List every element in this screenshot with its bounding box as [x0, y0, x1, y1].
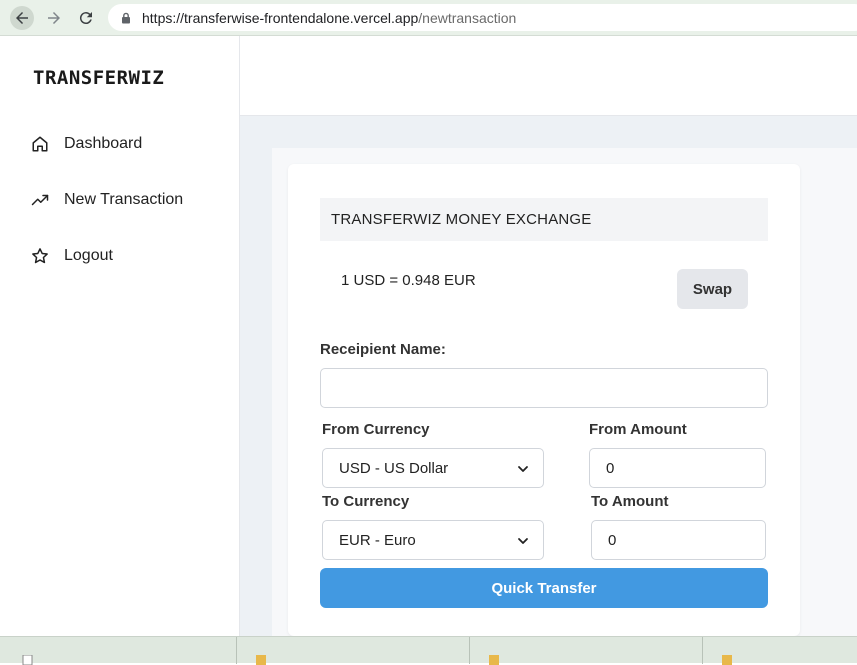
trending-up-icon	[31, 194, 49, 206]
browser-toolbar: https://transferwise-frontendalone.verce…	[0, 0, 857, 36]
download-item[interactable]	[237, 637, 470, 665]
main-content: TRANSFERWIZ MONEY EXCHANGE 1 USD = 0.948…	[240, 116, 857, 636]
back-button[interactable]	[10, 6, 34, 30]
sidebar-item-new-transaction[interactable]: New Transaction	[31, 187, 183, 213]
download-bar	[0, 636, 857, 665]
address-bar[interactable]: https://transferwise-frontendalone.verce…	[108, 4, 857, 31]
to-amount-input[interactable]	[591, 520, 766, 560]
recipient-input[interactable]	[320, 368, 768, 408]
swap-button[interactable]: Swap	[677, 269, 748, 309]
from-currency-select[interactable]: USD - US Dollar	[322, 448, 544, 488]
brand-logo[interactable]: TRANSFERWIZ	[33, 67, 164, 89]
file-icon	[22, 655, 33, 665]
reload-icon	[79, 12, 92, 25]
sidebar-item-dashboard[interactable]: Dashboard	[31, 131, 142, 157]
chevron-down-icon	[518, 538, 528, 544]
zip-file-icon	[722, 655, 732, 665]
arrow-left-icon	[16, 12, 28, 24]
url-host: https://transferwise-frontendalone.verce…	[142, 9, 419, 26]
exchange-title: TRANSFERWIZ MONEY EXCHANGE	[320, 198, 768, 241]
from-amount-label: From Amount	[589, 421, 687, 438]
lock-icon	[122, 12, 130, 23]
arrow-right-icon	[48, 12, 60, 24]
to-currency-select[interactable]: EUR - Euro	[322, 520, 544, 560]
recipient-label: Receipient Name:	[320, 341, 446, 358]
url-path: /newtransaction	[418, 9, 517, 26]
reload-button[interactable]	[74, 6, 98, 30]
zip-file-icon	[256, 655, 266, 665]
chevron-down-icon	[518, 466, 528, 472]
to-currency-label: To Currency	[322, 493, 410, 510]
star-icon	[32, 248, 48, 264]
quick-transfer-button[interactable]: Quick Transfer	[320, 568, 768, 608]
sidebar-item-label: Dashboard	[64, 135, 143, 152]
sidebar: TRANSFERWIZ Dashboard New Transaction Lo…	[0, 36, 240, 636]
from-amount-input[interactable]	[589, 448, 766, 488]
to-currency-value: EUR - Euro	[339, 531, 416, 549]
exchange-card: TRANSFERWIZ MONEY EXCHANGE 1 USD = 0.948…	[288, 164, 800, 636]
from-currency-label: From Currency	[322, 421, 430, 438]
to-amount-label: To Amount	[591, 493, 669, 510]
download-item[interactable]	[470, 637, 703, 665]
sidebar-item-label: Logout	[64, 247, 113, 264]
forward-button[interactable]	[42, 6, 66, 30]
top-header	[240, 36, 857, 116]
download-item[interactable]	[0, 637, 237, 665]
zip-file-icon	[489, 655, 499, 665]
sidebar-item-label: New Transaction	[64, 191, 184, 208]
content-panel: TRANSFERWIZ MONEY EXCHANGE 1 USD = 0.948…	[272, 148, 857, 636]
from-currency-value: USD - US Dollar	[339, 459, 449, 477]
exchange-rate: 1 USD = 0.948 EUR	[341, 272, 476, 289]
download-item[interactable]	[703, 637, 857, 665]
home-icon	[32, 136, 48, 152]
sidebar-item-logout[interactable]: Logout	[31, 243, 113, 269]
